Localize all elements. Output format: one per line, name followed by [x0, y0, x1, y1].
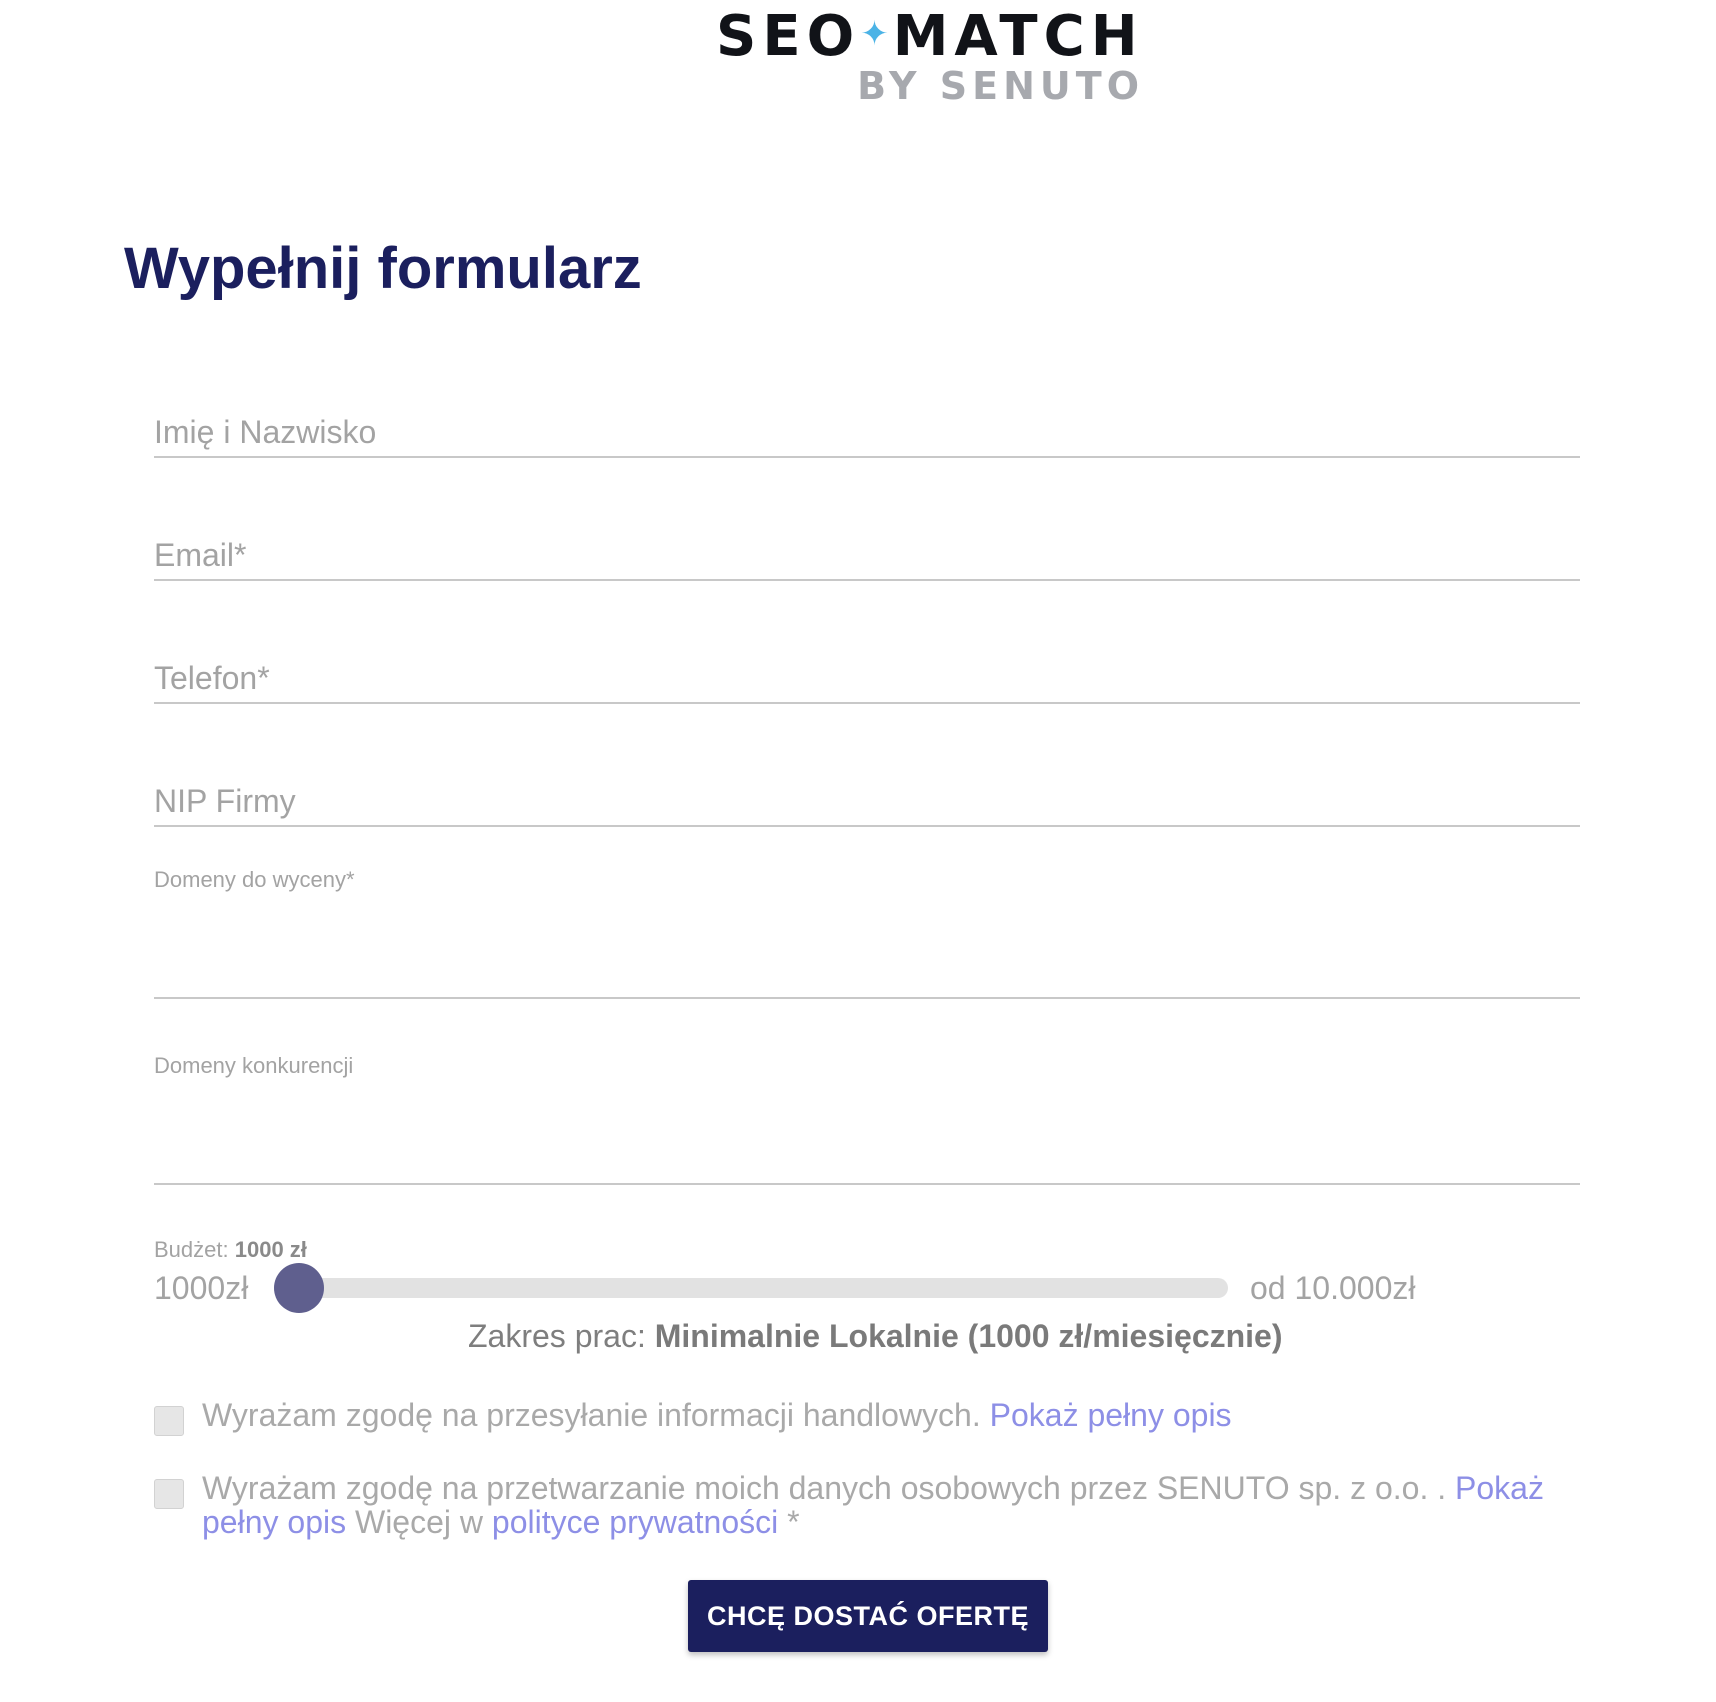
nip-field	[154, 777, 1580, 827]
star-icon: ✦	[860, 14, 889, 54]
budget-label-prefix: Budżet:	[154, 1237, 229, 1262]
consent-marketing-show-more-link[interactable]: Pokaż pełny opis	[990, 1397, 1232, 1433]
page: SEO✦MATCH BY SENUTO Wypełnij formularz D…	[0, 0, 1716, 1702]
consent-marketing-text: Wyrażam zgodę na przesyłanie informacji …	[202, 1398, 1582, 1432]
consent-processing-more: Więcej w	[354, 1504, 483, 1540]
work-scope-prefix: Zakres prac:	[468, 1318, 646, 1354]
consent-marketing-label: Wyrażam zgodę na przesyłanie informacji …	[202, 1397, 981, 1433]
nip-input[interactable]	[154, 777, 1580, 825]
budget-label: Budżet: 1000 zł	[154, 1236, 307, 1264]
logo-wordmark: SEO✦MATCH	[716, 2, 1144, 69]
logo-text-seo: SEO	[716, 4, 861, 69]
name-field	[154, 408, 1580, 458]
submit-button[interactable]: CHCĘ DOSTAĆ OFERTĘ	[688, 1580, 1048, 1652]
phone-field	[154, 654, 1580, 704]
competitors-label: Domeny konkurencji	[154, 1053, 354, 1078]
domains-textarea[interactable]	[154, 902, 1580, 997]
name-input[interactable]	[154, 408, 1580, 456]
work-scope: Zakres prac: Minimalnie Lokalnie (1000 z…	[468, 1316, 1283, 1356]
required-mark: *	[787, 1504, 800, 1540]
logo-subtitle: BY SENUTO	[857, 64, 1144, 108]
competitors-field: Domeny konkurencji	[154, 1052, 1580, 1185]
budget-slider[interactable]	[274, 1263, 1228, 1313]
email-field	[154, 531, 1580, 581]
domains-field: Domeny do wyceny*	[154, 866, 1580, 999]
logo: SEO✦MATCH BY SENUTO	[716, 0, 1146, 112]
work-scope-value: Minimalnie Lokalnie (1000 zł/miesięcznie…	[654, 1318, 1283, 1354]
budget-current-value: 1000 zł	[234, 1237, 307, 1262]
domains-label: Domeny do wyceny*	[154, 867, 355, 892]
consent-processing-label: Wyrażam zgodę na przetwarzanie moich dan…	[202, 1470, 1447, 1506]
budget-range-min: 1000zł	[154, 1270, 249, 1306]
consent-processing-text: Wyrażam zgodę na przetwarzanie moich dan…	[202, 1471, 1582, 1539]
phone-input[interactable]	[154, 654, 1580, 702]
email-input[interactable]	[154, 531, 1580, 579]
budget-slider-thumb[interactable]	[274, 1263, 324, 1313]
logo-text-match: MATCH	[892, 4, 1144, 69]
page-title: Wypełnij formularz	[124, 236, 642, 301]
budget-range-max: od 10.000zł	[1250, 1270, 1416, 1306]
competitors-textarea[interactable]	[154, 1088, 1580, 1183]
privacy-policy-link[interactable]: polityce prywatności	[492, 1504, 778, 1540]
consent-processing-checkbox[interactable]	[154, 1479, 184, 1509]
consent-marketing-checkbox[interactable]	[154, 1406, 184, 1436]
